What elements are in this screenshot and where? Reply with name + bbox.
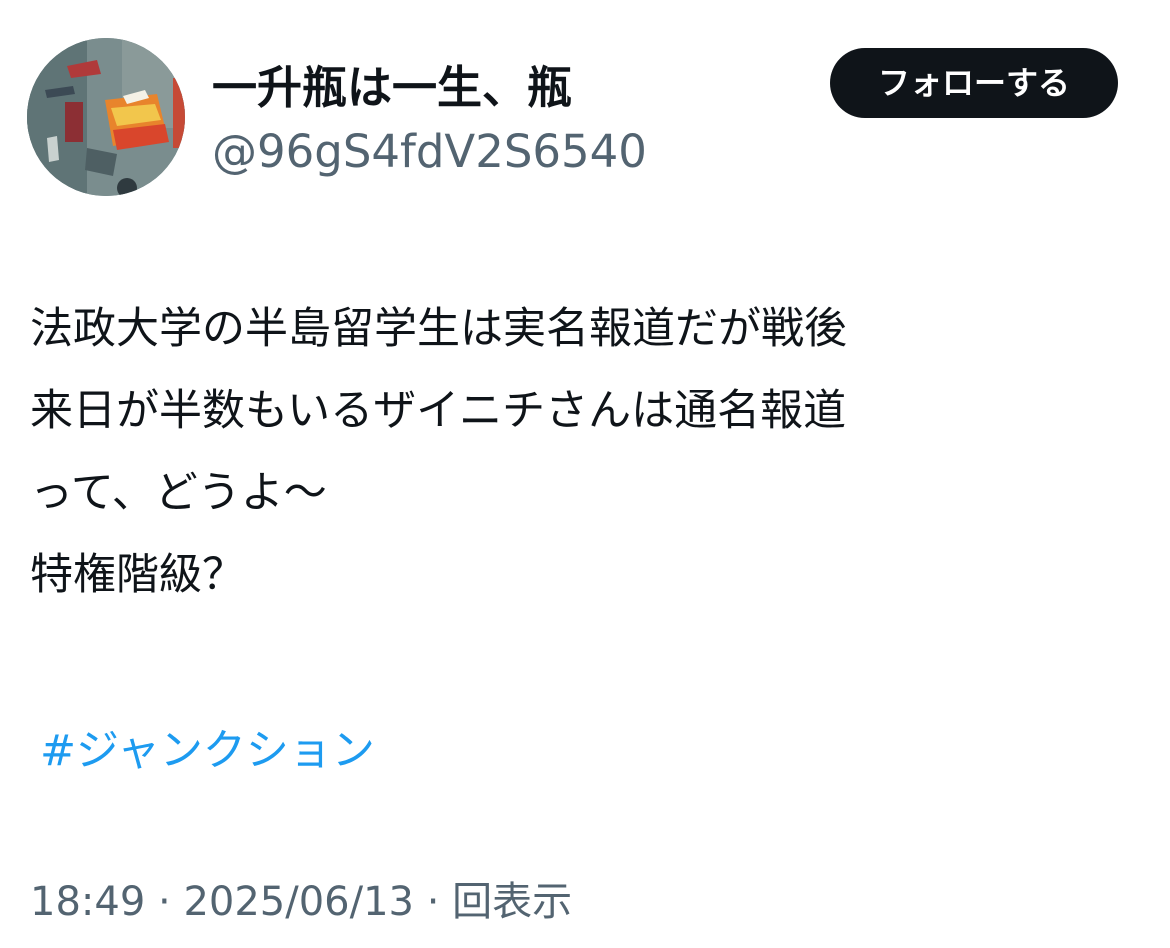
tweet: 一升瓶は一生、瓶 @96gS4fdV2S6540 フォローする 法政大学の半島留… bbox=[0, 0, 1170, 948]
display-name[interactable]: 一升瓶は一生、瓶 bbox=[212, 58, 572, 118]
tweet-text-line: って、どうよ～ bbox=[30, 468, 327, 518]
user-handle[interactable]: @96gS4fdV2S6540 bbox=[212, 122, 647, 182]
tweet-text-line: 特権階級？ bbox=[30, 550, 245, 600]
tweet-meta: 18:49 · 2025/06/13 · 回表示 bbox=[30, 872, 572, 932]
follow-button[interactable]: フォローする bbox=[830, 48, 1118, 118]
tweet-text-line: 法政大学の半島留学生は実名報道だが戦後 bbox=[30, 304, 847, 354]
tweet-header: 一升瓶は一生、瓶 @96gS4fdV2S6540 フォローする bbox=[0, 0, 1170, 210]
hashtag-link[interactable]: #ジャンクション bbox=[40, 716, 375, 786]
tweet-text-line: 来日が半数もいるザイニチさんは通名報道 bbox=[30, 386, 847, 436]
avatar[interactable] bbox=[27, 38, 185, 196]
abstract-painting-avatar-icon bbox=[27, 38, 185, 196]
tweet-date[interactable]: 2025/06/13 bbox=[183, 879, 414, 925]
meta-separator: · bbox=[145, 879, 184, 925]
tweet-time[interactable]: 18:49 bbox=[30, 879, 145, 925]
view-count-label: 回表示 bbox=[452, 879, 573, 925]
tweet-text: 法政大学の半島留学生は実名報道だが戦後 来日が半数もいるザイニチさんは通名報道 … bbox=[30, 288, 1140, 616]
meta-separator: · bbox=[413, 879, 453, 925]
